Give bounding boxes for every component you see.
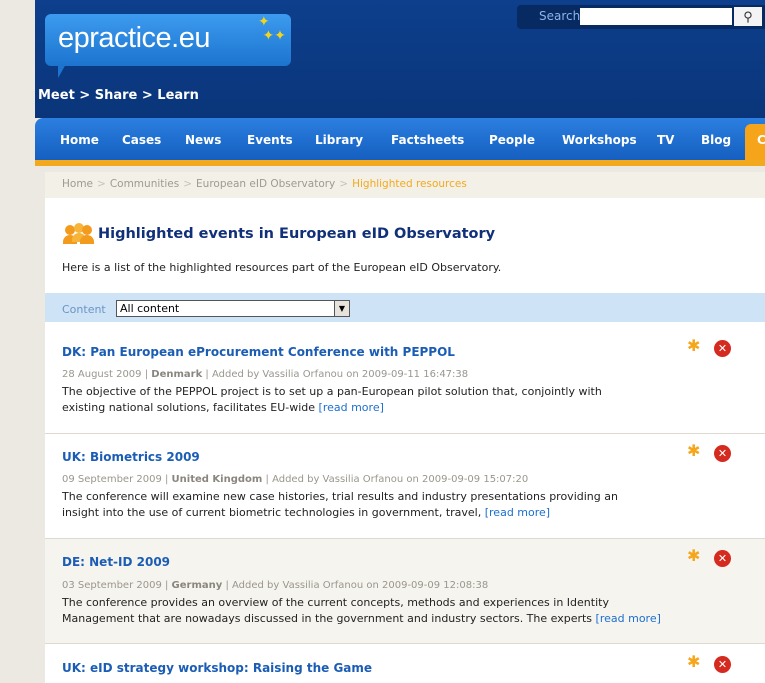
star-icon[interactable]: ✱ bbox=[687, 654, 700, 670]
read-more-link[interactable]: [read more] bbox=[319, 401, 384, 414]
read-more-link[interactable]: [read more] bbox=[485, 506, 550, 519]
page-intro: Here is a list of the highlighted resour… bbox=[62, 261, 502, 274]
event-country: United Kingdom bbox=[171, 474, 263, 485]
tagline: Meet > Share > Learn bbox=[38, 88, 199, 103]
delete-icon[interactable]: ✕ bbox=[714, 445, 731, 462]
people-icon bbox=[62, 223, 94, 245]
event-title[interactable]: UK: Biometrics 2009 bbox=[62, 450, 200, 464]
nav-item-cases[interactable]: Cases bbox=[122, 133, 161, 147]
search-label: Search bbox=[539, 9, 581, 23]
event-title[interactable]: UK: eID strategy workshop: Raising the G… bbox=[62, 661, 372, 675]
event-added: Added by Vassilia Orfanou on 2009-09-11 … bbox=[211, 369, 469, 380]
nav-item-library[interactable]: Library bbox=[315, 133, 363, 147]
event-country: Denmark bbox=[151, 369, 203, 380]
nav-item-tv[interactable]: TV bbox=[657, 133, 674, 147]
header-gutter bbox=[0, 0, 35, 118]
delete-icon[interactable]: ✕ bbox=[714, 550, 731, 567]
nav-item-communities[interactable]: C bbox=[745, 124, 765, 160]
event-meta: 28 August 2009 | Denmark | Added by Vass… bbox=[62, 369, 469, 380]
chevron-down-icon[interactable]: ▼ bbox=[334, 301, 349, 316]
event-meta: 09 September 2009 | United Kingdom | Add… bbox=[62, 474, 529, 485]
delete-icon[interactable]: ✕ bbox=[714, 656, 731, 673]
stars-icon: ✦ ✦✦ bbox=[258, 14, 286, 44]
nav-item-communities-label: C bbox=[757, 133, 765, 147]
breadcrumb-separator: > bbox=[97, 178, 106, 190]
delete-icon[interactable]: ✕ bbox=[714, 340, 731, 357]
filter-selected-value: All content bbox=[120, 302, 180, 315]
nav-item-factsheets[interactable]: Factsheets bbox=[391, 133, 464, 147]
read-more-link[interactable]: [read more] bbox=[596, 612, 661, 625]
breadcrumb-home[interactable]: Home bbox=[62, 178, 93, 190]
breadcrumb-communities[interactable]: Communities bbox=[110, 178, 179, 190]
event-desc-line: The conference will examine new case his… bbox=[62, 490, 618, 503]
event-date: 09 September 2009 bbox=[62, 474, 162, 485]
event-description: The conference will examine new case his… bbox=[62, 489, 722, 521]
event-date: 28 August 2009 bbox=[62, 369, 142, 380]
event-added: Added by Vassilia Orfanou on 2009-09-09 … bbox=[272, 474, 529, 485]
nav-item-workshops[interactable]: Workshops bbox=[562, 133, 637, 147]
page-title: Highlighted events in European eID Obser… bbox=[98, 226, 496, 242]
event-desc-line: existing national solutions, facilitates… bbox=[62, 401, 316, 414]
event-desc-line: Management that are nowadays discussed i… bbox=[62, 612, 593, 625]
event-description: The conference provides an overview of t… bbox=[62, 595, 722, 627]
nav-item-people[interactable]: People bbox=[489, 133, 535, 147]
nav-item-news[interactable]: News bbox=[185, 133, 221, 147]
breadcrumb-current: Highlighted resources bbox=[352, 178, 467, 190]
event-description: The objective of the PEPPOL project is t… bbox=[62, 384, 722, 416]
event-country: Germany bbox=[171, 580, 223, 591]
filter-label: Content bbox=[62, 303, 106, 316]
event-added: Added by Vassilia Orfanou on 2009-09-09 … bbox=[232, 580, 489, 591]
magnifier-icon: ⚲ bbox=[743, 8, 753, 24]
nav-accent-strip bbox=[35, 160, 765, 166]
logo-text[interactable]: epractice.eu bbox=[58, 22, 211, 55]
star-icon[interactable]: ✱ bbox=[687, 338, 700, 354]
nav-item-events[interactable]: Events bbox=[247, 133, 293, 147]
event-meta: 03 September 2009 | Germany | Added by V… bbox=[62, 580, 489, 591]
event-title[interactable]: DK: Pan European eProcurement Conference… bbox=[62, 345, 455, 359]
logo-tail-shape bbox=[58, 64, 66, 78]
event-desc-line: The objective of the PEPPOL project is t… bbox=[62, 385, 602, 398]
nav-item-home[interactable]: Home bbox=[60, 133, 99, 147]
breadcrumb-separator: > bbox=[183, 178, 193, 190]
star-icon[interactable]: ✱ bbox=[687, 548, 700, 564]
star-icon[interactable]: ✱ bbox=[687, 443, 700, 459]
event-date: 03 September 2009 bbox=[62, 580, 162, 591]
breadcrumb-separator: > bbox=[339, 178, 349, 190]
search-button[interactable]: ⚲ bbox=[734, 7, 762, 26]
nav-item-blog[interactable]: Blog bbox=[701, 133, 731, 147]
breadcrumb-observatory[interactable]: European eID Observatory bbox=[196, 178, 335, 190]
page-heading: Highlighted events in European eID Obser… bbox=[62, 223, 495, 245]
event-title[interactable]: DE: Net-ID 2009 bbox=[62, 555, 170, 569]
search-input[interactable] bbox=[580, 8, 732, 25]
content-filter-select[interactable]: All content ▼ bbox=[116, 300, 350, 317]
event-desc-line: insight into the use of current biometri… bbox=[62, 506, 482, 519]
breadcrumb: Home > Communities > European eID Observator… bbox=[45, 172, 765, 198]
event-desc-line: The conference provides an overview of t… bbox=[62, 596, 609, 609]
